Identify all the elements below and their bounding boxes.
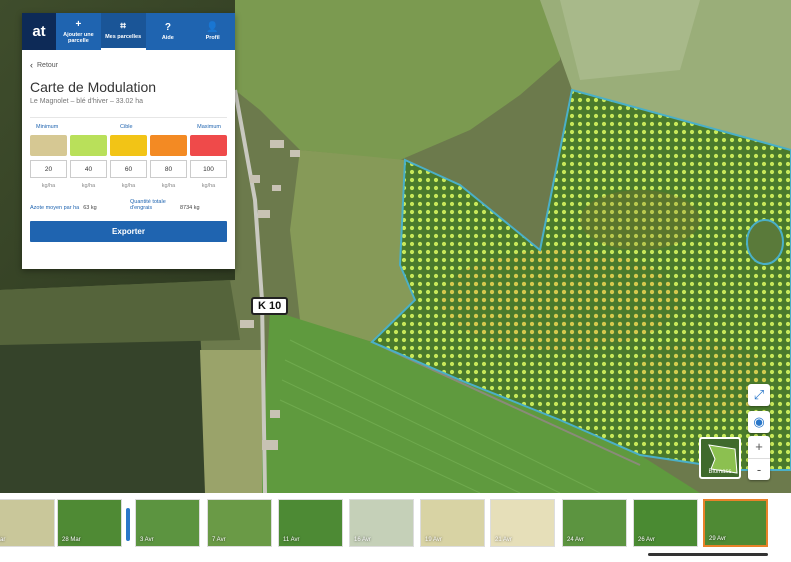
timeline-thumbnail[interactable]: 19 Avr bbox=[420, 499, 485, 547]
zoom-out-button[interactable]: - bbox=[748, 458, 770, 480]
eye-slash-icon: ◉ bbox=[753, 414, 765, 429]
nitrogen-stats: Azote moyen par ha 63 kg Quantité totale… bbox=[30, 199, 227, 211]
timeline-date: 7 Avr bbox=[212, 537, 226, 543]
timeline-date: 24 Avr bbox=[567, 537, 584, 543]
parcel-subtitle: Le Magnolet – blé d'hiver – 33.02 ha bbox=[30, 98, 144, 105]
timeline-thumbnail[interactable]: 3 Avr bbox=[135, 499, 200, 547]
scale-min-label: Minimum bbox=[36, 124, 59, 130]
dose-input-4[interactable]: 80 bbox=[150, 160, 187, 178]
nav-profile-label: Profil bbox=[205, 35, 220, 41]
dose-input-3[interactable]: 60 bbox=[110, 160, 147, 178]
layer-label: Biomass bbox=[708, 469, 732, 475]
swatch-level-4[interactable] bbox=[150, 135, 187, 156]
unit-label: kg/ha bbox=[161, 183, 176, 189]
timeline-date: 11 Avr bbox=[283, 537, 300, 543]
timeline-thumbnail[interactable]: Mar bbox=[0, 499, 55, 547]
zoom-control: + - bbox=[748, 436, 770, 480]
timeline-date: 3 Avr bbox=[140, 537, 154, 543]
timeline-date: 21 Avr bbox=[495, 537, 512, 543]
expand-icon: ⤢ bbox=[753, 387, 765, 402]
timeline-date: Mar bbox=[0, 537, 6, 543]
unit-label: kg/ha bbox=[121, 183, 136, 189]
fullscreen-button[interactable]: ⤢ bbox=[748, 384, 770, 406]
total-fertilizer-value: 8734 kg bbox=[180, 205, 200, 211]
visibility-toggle-button[interactable]: ◉ bbox=[748, 411, 770, 433]
layer-switcher[interactable]: Biomass bbox=[699, 437, 741, 479]
timeline-date: 26 Avr bbox=[638, 537, 655, 543]
app-root: K 10 ⤢ ◉ + - Biomass at + Ajouter une pa… bbox=[0, 0, 791, 562]
export-button[interactable]: Exporter bbox=[30, 221, 227, 242]
timeline-thumbnail[interactable]: 21 Avr bbox=[490, 499, 555, 547]
nav-my-parcels[interactable]: ⌗ Mes parcelles bbox=[100, 13, 146, 50]
timeline-thumbnail[interactable]: 11 Avr bbox=[278, 499, 343, 547]
dose-input-5[interactable]: 100 bbox=[190, 160, 227, 178]
timeline-cursor[interactable] bbox=[126, 508, 130, 541]
total-fertilizer-label: Quantité totale d'engrais bbox=[130, 199, 166, 211]
timeline-thumbnail[interactable]: 16 Avr bbox=[349, 499, 414, 547]
unit-label: kg/ha bbox=[201, 183, 216, 189]
road-label: K 10 bbox=[251, 297, 289, 315]
back-link[interactable]: ‹ Retour bbox=[30, 60, 227, 70]
timeline-date: 19 Avr bbox=[425, 537, 442, 543]
timeline-date: 28 Mar bbox=[62, 537, 81, 543]
timeline-date: 16 Avr bbox=[354, 537, 371, 543]
timeline-scrollbar[interactable] bbox=[648, 553, 768, 556]
nav-my-parcels-label: Mes parcelles bbox=[105, 34, 142, 40]
unit-label: kg/ha bbox=[41, 183, 56, 189]
swatch-level-1[interactable] bbox=[30, 135, 67, 156]
scale-max-label: Maximum bbox=[197, 124, 221, 130]
nav-help[interactable]: ? Aide bbox=[146, 13, 191, 50]
image-timeline: 29 Avr 26 Avr 24 Avr 21 Avr 19 Avr 16 Avr 11 A… bbox=[0, 493, 791, 562]
user-icon: 👤 bbox=[206, 22, 219, 33]
unit-label: kg/ha bbox=[81, 183, 96, 189]
swatch-level-2[interactable] bbox=[70, 135, 107, 156]
top-nav: at + Ajouter une parcelle ⌗ Mes parcelle… bbox=[22, 13, 235, 50]
scale-target-label: Cible bbox=[120, 124, 133, 130]
avg-nitrogen-value: 63 kg bbox=[83, 205, 97, 211]
timeline-thumbnail[interactable]: 28 Mar bbox=[57, 499, 122, 547]
nav-help-label: Aide bbox=[161, 35, 174, 41]
swatch-level-3[interactable] bbox=[110, 135, 147, 156]
swatch-level-5[interactable] bbox=[190, 135, 227, 156]
nav-profile[interactable]: 👤 Profil bbox=[190, 13, 235, 50]
timeline-thumbnail[interactable]: 26 Avr bbox=[633, 499, 698, 547]
dose-input-2[interactable]: 40 bbox=[70, 160, 107, 178]
parcels-icon: ⌗ bbox=[120, 21, 126, 32]
timeline-thumbnail[interactable]: 7 Avr bbox=[207, 499, 272, 547]
dose-scale: Minimum Cible Maximum 20 40 60 80 100 kg… bbox=[30, 117, 227, 189]
back-label: Retour bbox=[37, 61, 59, 69]
modulation-panel: at + Ajouter une parcelle ⌗ Mes parcelle… bbox=[22, 13, 235, 269]
nav-add-parcel-label: Ajouter une parcelle bbox=[63, 32, 94, 44]
plus-icon: + bbox=[75, 19, 82, 30]
help-icon: ? bbox=[164, 22, 171, 33]
avg-nitrogen-label: Azote moyen par ha bbox=[30, 205, 80, 211]
dose-input-1[interactable]: 20 bbox=[30, 160, 67, 178]
page-title: Carte de Modulation bbox=[30, 79, 157, 95]
nav-add-parcel[interactable]: + Ajouter une parcelle bbox=[56, 13, 101, 50]
chevron-left-icon: ‹ bbox=[30, 60, 33, 70]
zoom-in-button[interactable]: + bbox=[755, 436, 763, 458]
timeline-date: 29 Avr bbox=[709, 536, 726, 542]
app-logo[interactable]: at bbox=[22, 13, 56, 50]
timeline-thumbnail[interactable]: 24 Avr bbox=[562, 499, 627, 547]
timeline-thumbnail[interactable]: 29 Avr bbox=[703, 499, 768, 547]
